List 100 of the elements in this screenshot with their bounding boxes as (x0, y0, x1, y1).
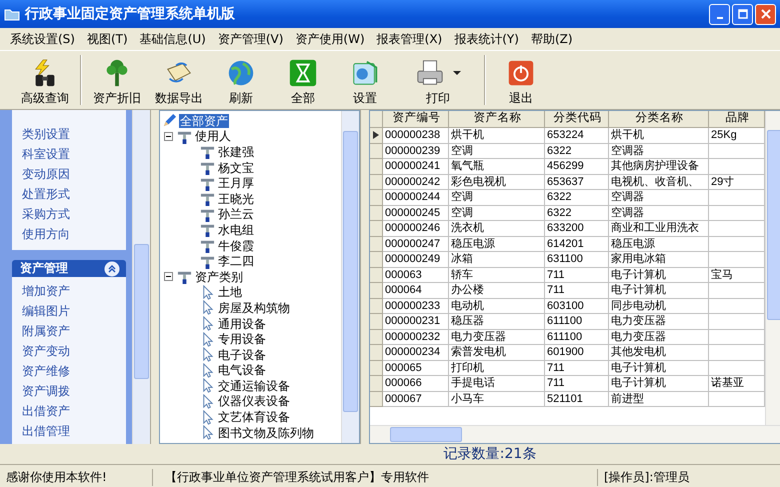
column-header[interactable]: 分类代码 (545, 111, 609, 128)
table-cell: 电动机 (449, 298, 545, 314)
menu-item[interactable]: 资产使用(W) (289, 30, 371, 48)
table-cell: 000063 (383, 268, 449, 283)
table-cell: 000000241 (383, 159, 449, 174)
sidebar-item[interactable]: 使用方向 (22, 224, 70, 244)
toolbar-button[interactable]: 设置 (334, 51, 396, 109)
tree-item[interactable]: 资产类别 (194, 270, 244, 284)
column-header[interactable]: 分类名称 (609, 111, 709, 128)
sidebar-item[interactable]: 资产维修 (22, 361, 70, 381)
table-cell: 轿车 (449, 268, 545, 283)
tree-item[interactable]: 王晓光 (217, 192, 255, 206)
sidebar-item[interactable]: 类别设置 (22, 124, 70, 144)
table-cell: 电视机、收音机、 (609, 174, 709, 190)
tree-item[interactable]: 交通运输设备 (217, 378, 291, 393)
menu-item[interactable]: 帮助(Z) (524, 30, 579, 48)
window-title: 行政事业固定资产管理系统单机版 (25, 5, 235, 23)
sidebar-item[interactable]: 变动原因 (22, 164, 70, 184)
table-cell: 000000239 (383, 144, 449, 159)
tree-item[interactable]: 张建强 (217, 144, 255, 159)
table-cell: 711 (545, 268, 609, 283)
tree-item[interactable]: 电子设备 (217, 348, 267, 362)
hammer-icon (200, 144, 215, 160)
table-cell: 000000231 (383, 314, 449, 330)
status-text: 【行政事业单位资产管理系统试用客户】专用软件 (164, 469, 430, 486)
tree-item[interactable]: 仪器仪表设备 (217, 394, 291, 408)
table-cell: 000000238 (383, 128, 449, 144)
tree-item[interactable]: 孙兰云 (217, 207, 255, 222)
menu-item[interactable]: 资产管理(V) (212, 30, 290, 48)
sidebar-item[interactable]: 资产调拨 (22, 381, 70, 401)
table-cell: 6322 (545, 206, 609, 221)
table-cell: 稳压电源 (449, 236, 545, 252)
table-cell: 633200 (545, 221, 609, 236)
tree-item[interactable]: 杨文宝 (217, 160, 255, 175)
column-header[interactable]: 品牌 (709, 111, 765, 128)
table-cell: 同步电动机 (609, 298, 709, 314)
tree-item[interactable]: 王月厚 (217, 176, 255, 190)
tree-item[interactable]: 图书文物及陈列物 (217, 426, 315, 440)
tree-item[interactable]: 电气设备 (217, 363, 267, 378)
menu-item[interactable]: 报表统计(Y) (448, 30, 525, 48)
sidebar-item[interactable]: 采购方式 (22, 204, 70, 224)
table-cell: 空调 (449, 144, 545, 159)
tree-item[interactable]: 牛俊霞 (217, 238, 255, 253)
collapse-toggle-icon[interactable] (164, 272, 173, 282)
table-cell: 氧气瓶 (449, 159, 545, 174)
toolbar-button[interactable]: 刷新 (210, 51, 272, 109)
sidebar-item[interactable]: 资产变动 (22, 341, 70, 361)
close-button[interactable] (755, 4, 776, 24)
tree-item[interactable]: 房屋及构筑物 (217, 300, 291, 315)
table-cell: 601900 (545, 345, 609, 360)
sidebar-item[interactable]: 附属资产 (22, 321, 70, 341)
table-cell: 电力变压器 (609, 314, 709, 330)
collapse-toggle-icon[interactable] (164, 132, 173, 141)
tree-item[interactable]: 李二四 (217, 254, 255, 268)
table-cell: 653637 (545, 174, 609, 190)
group-header[interactable]: 资产管理 (12, 260, 126, 277)
tree-item[interactable]: 土地 (217, 285, 243, 300)
menu-item[interactable]: 系统设置(S) (4, 30, 81, 48)
maximize-button[interactable] (732, 4, 753, 24)
table-cell: 打印机 (449, 360, 545, 376)
sidebar-item[interactable]: 科室设置 (22, 144, 70, 164)
table-cell: 611100 (545, 330, 609, 345)
scrollbar[interactable] (341, 111, 359, 443)
sidebar-item[interactable]: 出借资产 (22, 401, 70, 421)
toolbar-button[interactable]: 高级查询 (14, 51, 76, 109)
toolbar-button[interactable]: 资产折旧 (86, 51, 148, 109)
tree-item[interactable]: 使用人 (194, 129, 232, 144)
toolbar-button[interactable]: 数据导出 (148, 51, 210, 109)
triangle-icon (373, 131, 379, 140)
toolbar-button[interactable]: 打印 (396, 51, 480, 109)
menu-item[interactable]: 报表管理(X) (370, 30, 448, 48)
column-header[interactable]: 资产编号 (383, 111, 449, 128)
toolbar-button[interactable]: 退出 (490, 51, 552, 109)
table-cell: 614201 (545, 236, 609, 252)
sidebar-item[interactable]: 增加资产 (22, 281, 70, 301)
sidebar-item[interactable]: 编辑图片 (22, 301, 70, 321)
scrollbar[interactable] (765, 111, 780, 425)
scrollbar[interactable] (370, 425, 780, 443)
scrollbar[interactable] (132, 110, 150, 444)
hammer-icon (177, 269, 192, 284)
tree-item[interactable]: 通用设备 (217, 316, 267, 331)
toolbar-button[interactable]: 全部 (272, 51, 334, 109)
tree-item[interactable]: 水电组 (217, 222, 255, 237)
column-header[interactable]: 资产名称 (449, 111, 545, 128)
menu-item[interactable]: 基础信息(U) (134, 30, 212, 48)
tree-item[interactable]: 文艺体育设备 (217, 410, 291, 424)
record-count: 记录数量:21条 (444, 445, 536, 463)
sidebar-item[interactable]: 处置形式 (22, 184, 70, 204)
hammer-icon (200, 222, 215, 238)
chevron-icon[interactable] (104, 260, 120, 276)
tree-item[interactable]: 全部资产 (179, 114, 229, 128)
tree-item[interactable]: 专用设备 (217, 332, 267, 346)
minimize-button[interactable] (709, 4, 730, 24)
table-cell: 000065 (383, 360, 449, 376)
table-cell: 其他病房护理设备 (609, 159, 709, 174)
table-cell: 6322 (545, 190, 609, 206)
table-cell: 商业和工业用洗衣 (609, 221, 709, 236)
sidebar-item[interactable]: 出借管理 (22, 421, 70, 441)
menu-item[interactable]: 视图(T) (80, 30, 134, 48)
table-cell: 711 (545, 376, 609, 392)
